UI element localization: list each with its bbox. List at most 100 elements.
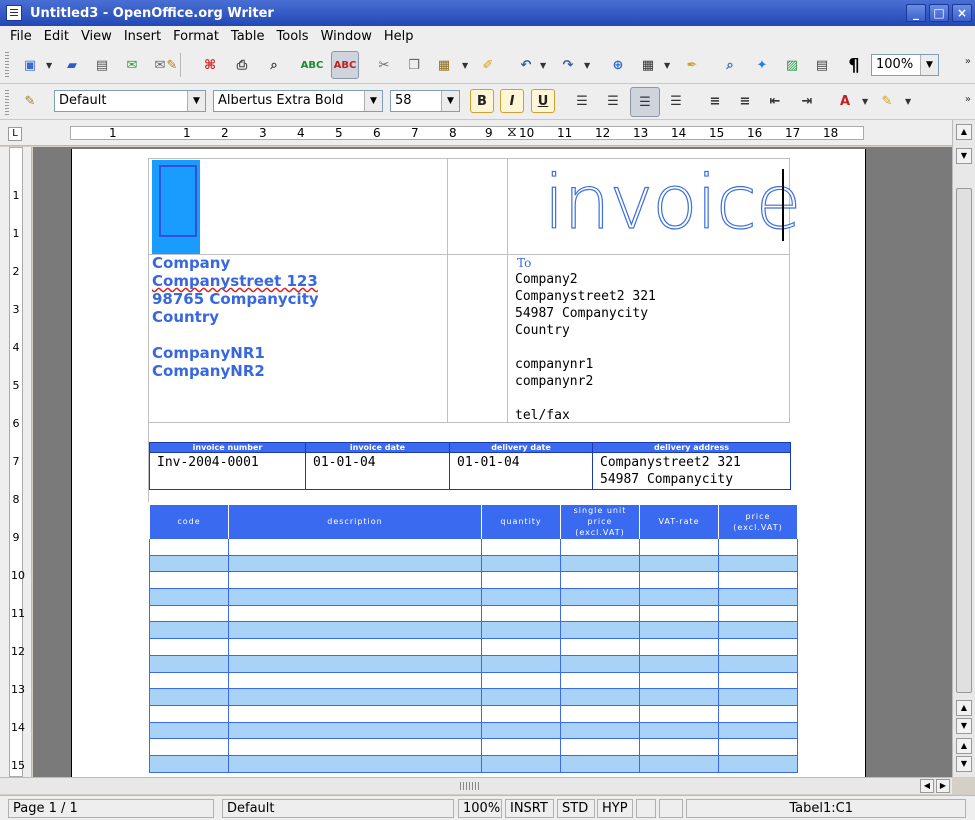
scroll-down-icon[interactable]: ▼ [956,148,972,164]
font-name-combo[interactable]: Albertus Extra Bold ▼ [213,90,383,112]
chevron-down-icon[interactable]: ▼ [664,61,670,70]
insert-mode-indicator[interactable]: INSRT [505,799,554,818]
highlighting-icon[interactable]: ✎ [875,89,899,113]
save-icon[interactable]: ▤ [90,53,114,77]
toolbar-grip[interactable] [5,52,9,78]
show-draw-functions-icon[interactable]: ✒ [680,53,704,77]
recipient-city[interactable]: 54987 Companycity [515,305,648,322]
menu-help[interactable]: Help [378,29,420,44]
autospellcheck-icon[interactable]: ABC [331,51,359,79]
recipient-companynr1[interactable]: companynr1 [515,356,593,373]
bullets-icon[interactable]: ≡ [733,89,757,113]
chevron-down-icon[interactable]: ▼ [187,91,205,111]
data-sources-icon[interactable]: ▤ [810,53,834,77]
chevron-down-icon[interactable]: ▼ [462,61,468,70]
delivery-date-cell[interactable]: 01-01-04 [449,452,593,490]
copy-icon[interactable]: ❐ [402,53,426,77]
load-url-icon[interactable]: ▣ [18,53,42,77]
undo-icon[interactable]: ↶ [514,53,538,77]
company-logo[interactable] [152,160,200,254]
menu-tools[interactable]: Tools [271,29,315,44]
gallery-icon[interactable]: ▨ [780,53,804,77]
align-left-icon[interactable]: ☰ [570,89,594,113]
formatting-marks-icon[interactable]: ¶ [842,53,866,77]
chevron-down-icon[interactable]: ▼ [364,91,382,111]
vertical-scrollbar[interactable]: ▲ ▼ ▲ ▼ ▲ ▼ [952,120,975,777]
table-icon[interactable]: ▦ [636,53,660,77]
chevron-down-icon[interactable]: ▼ [862,97,868,106]
toolbar-overflow-icon[interactable]: » [965,94,971,105]
menu-table[interactable]: Table [225,29,271,44]
document-page[interactable]: invoice Company Companystreet 123 98765 … [71,149,866,777]
minimize-button[interactable]: _ [906,4,926,22]
recipient-company[interactable]: Company2 [515,271,578,288]
paste-icon[interactable]: ▦ [432,53,456,77]
increase-indent-icon[interactable]: ⇥ [795,89,819,113]
toolbar-grip[interactable] [5,90,9,116]
chevron-down-icon[interactable]: ▼ [584,61,590,70]
invoice-heading[interactable]: invoice [543,155,802,251]
sender-companynr2[interactable]: CompanyNR2 [152,362,265,380]
menu-format[interactable]: Format [167,29,225,44]
zoom-combo[interactable]: 100% ▼ [871,54,939,76]
scroll-down-icon[interactable]: ▼ [956,718,972,734]
recipient-street[interactable]: Companystreet2 321 [515,288,656,305]
underline-button[interactable]: U [531,89,555,113]
scroll-up-icon[interactable]: ▲ [956,700,972,716]
selection-mode-indicator[interactable]: STD [557,799,595,818]
sender-city[interactable]: 98765 Companycity [152,290,319,308]
decrease-indent-icon[interactable]: ⇤ [763,89,787,113]
next-page-icon[interactable]: ▼ [956,756,972,772]
page-preview-icon[interactable]: ⌕ [262,53,286,77]
sender-country[interactable]: Country [152,308,219,326]
format-paintbrush-icon[interactable]: ✐ [476,53,500,77]
paragraph-style-combo[interactable]: Default ▼ [54,90,206,112]
open-icon[interactable]: ▰ [60,53,84,77]
font-size-combo[interactable]: 58 ▼ [390,90,460,112]
previous-page-icon[interactable]: ▲ [956,738,972,754]
justify-icon[interactable]: ☰ [664,89,688,113]
navigator-icon[interactable]: ✦ [750,53,774,77]
edit-file-icon[interactable]: ✎ [160,53,184,77]
scroll-up-icon[interactable]: ▲ [956,124,972,140]
chevron-down-icon[interactable]: ▼ [540,61,546,70]
menu-window[interactable]: Window [315,29,378,44]
horizontal-ruler[interactable]: L 1 1 2 3 4 5 6 7 8 9 10 11 12 13 14 15 … [0,120,975,146]
indent-marker[interactable]: ⧖ [507,125,517,139]
toolbar-overflow-icon[interactable]: » [965,56,971,67]
numbering-icon[interactable]: ≡ [703,89,727,113]
find-replace-icon[interactable]: ⌕ [718,53,742,77]
cut-icon[interactable]: ✂ [372,53,396,77]
maximize-button[interactable]: □ [929,4,949,22]
font-color-icon[interactable]: A [833,89,857,113]
sender-companynr1[interactable]: CompanyNR1 [152,344,265,362]
recipient-telfax[interactable]: tel/fax [515,407,570,424]
horizontal-scroll-thumb[interactable] [460,782,480,790]
document-as-email-icon[interactable]: ✉ [120,53,144,77]
align-center-icon[interactable]: ☰ [601,89,625,113]
page-indicator[interactable]: Page 1 / 1 [8,799,214,818]
italic-button[interactable]: I [500,89,524,113]
close-button[interactable]: × [952,4,972,22]
export-pdf-icon[interactable]: ⌘ [198,53,222,77]
chevron-down-icon[interactable]: ▼ [46,61,52,70]
align-right-icon[interactable]: ☰ [630,87,660,117]
sender-company[interactable]: Company [152,254,230,272]
menu-view[interactable]: View [75,29,118,44]
print-icon[interactable]: ⎙ [230,53,254,77]
hyperlink-mode-indicator[interactable]: HYP [597,799,633,818]
chevron-down-icon[interactable]: ▼ [920,55,938,75]
vertical-ruler[interactable]: 1 1 2 3 4 5 6 7 8 9 10 11 12 13 14 15 [0,147,32,777]
tab-type-selector[interactable]: L [8,127,22,141]
chevron-down-icon[interactable]: ▼ [905,97,911,106]
sender-street[interactable]: Companystreet 123 [152,272,318,290]
styles-formatting-icon[interactable]: ✎ [18,89,42,113]
zoom-indicator[interactable]: 100% [458,799,502,818]
delivery-address-cell[interactable]: Companystreet2 321 54987 Companycity [592,452,791,490]
vertical-scroll-thumb[interactable] [956,188,972,693]
scroll-left-icon[interactable]: ◀ [920,779,934,793]
document-area[interactable]: invoice Company Companystreet 123 98765 … [33,147,952,777]
horizontal-scrollbar[interactable]: ◀ ▶ [0,777,952,794]
recipient-companynr2[interactable]: companynr2 [515,373,593,390]
page-style-indicator[interactable]: Default [222,799,454,818]
